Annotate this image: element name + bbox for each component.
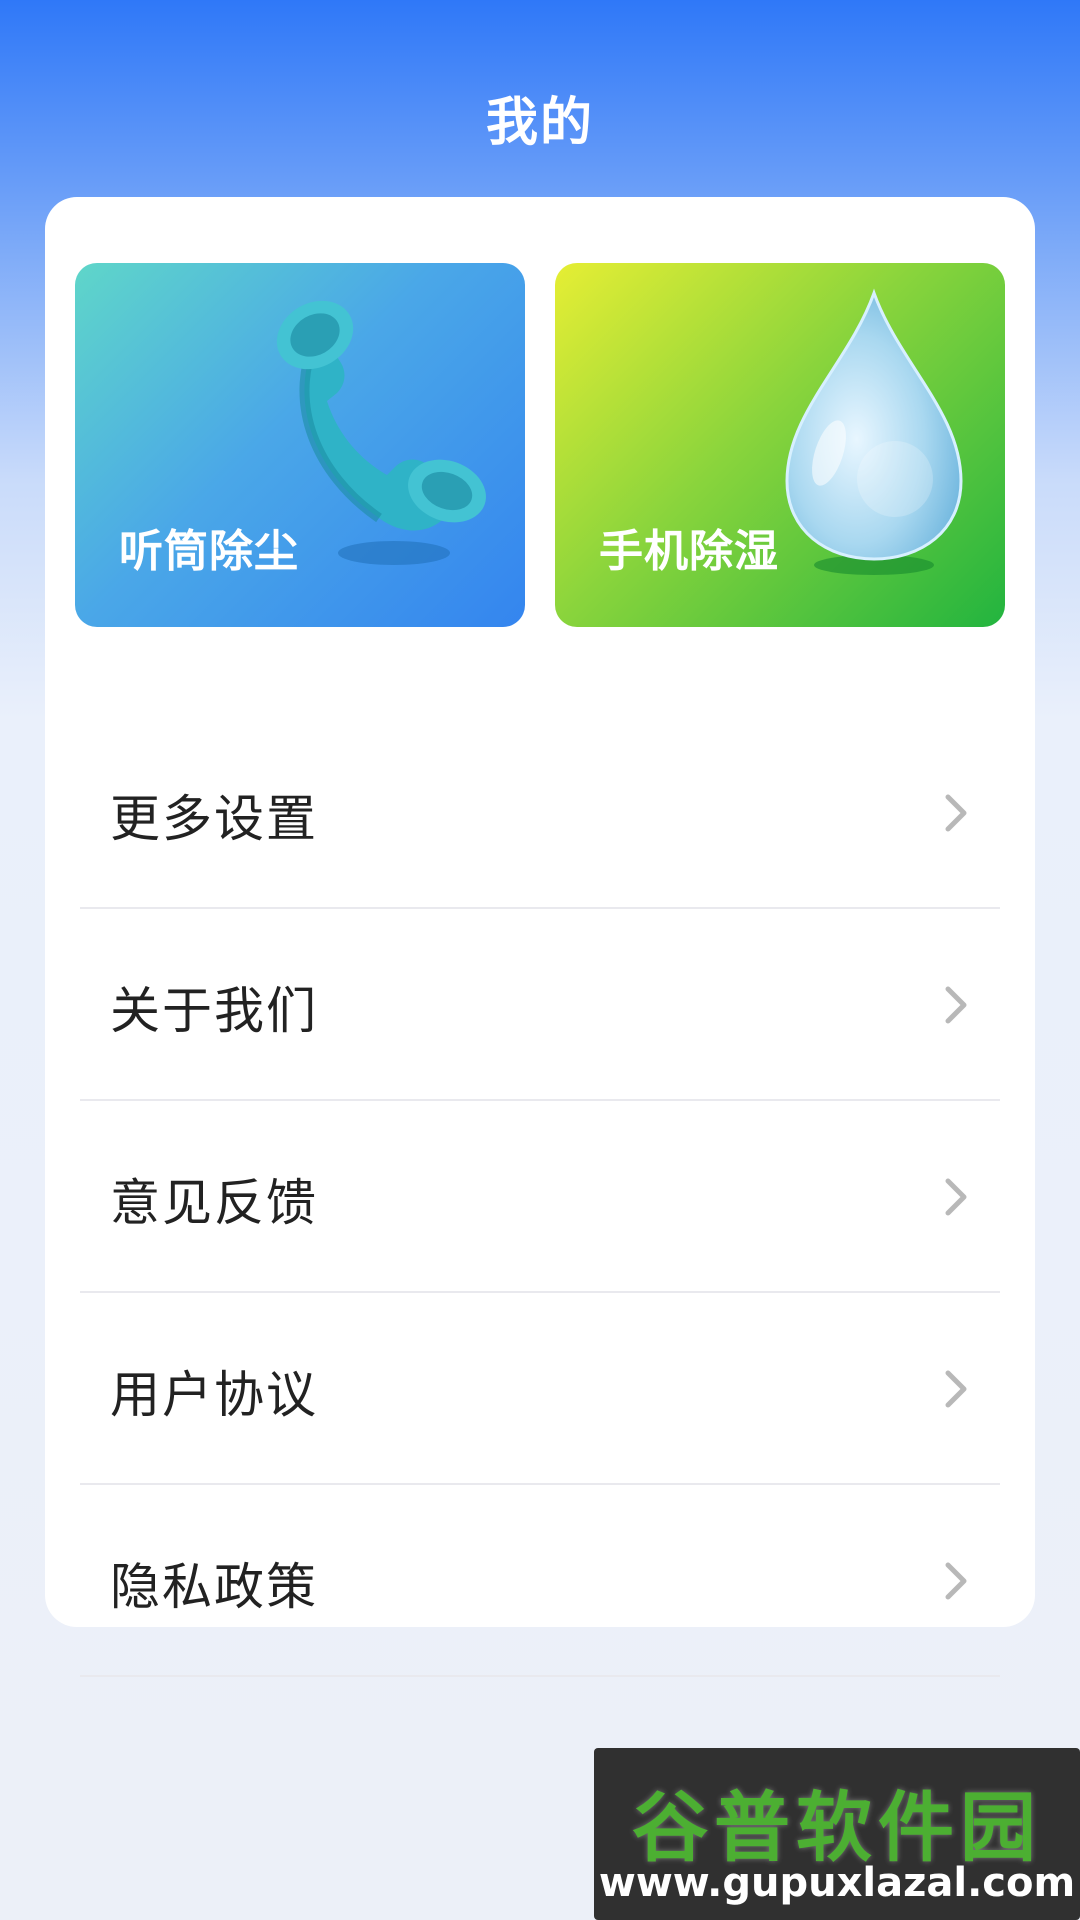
- chevron-right-icon: [945, 1178, 967, 1216]
- chevron-right-icon: [945, 1370, 967, 1408]
- earpiece-dust-removal-tile[interactable]: 听筒除尘: [75, 263, 525, 627]
- chevron-right-icon: [945, 1562, 967, 1600]
- menu-item-label: 意见反馈: [110, 1174, 318, 1232]
- chevron-right-icon: [945, 986, 967, 1024]
- menu-item-label: 隐私政策: [110, 1558, 318, 1616]
- tile-label: 听筒除尘: [119, 526, 299, 577]
- menu-item-label: 关于我们: [110, 982, 318, 1040]
- tile-label: 手机除湿: [599, 526, 779, 577]
- settings-menu: 更多设置 关于我们 意见反馈 用户协议 隐私政策: [80, 717, 1000, 1677]
- menu-item-more-settings[interactable]: 更多设置: [80, 717, 1000, 909]
- page-title: 我的: [485, 93, 594, 153]
- menu-item-label: 用户协议: [110, 1366, 318, 1424]
- menu-item-feedback[interactable]: 意见反馈: [80, 1101, 1000, 1293]
- chevron-right-icon: [945, 794, 967, 832]
- watermark-url: www.gupuxlazal.com: [598, 1860, 1076, 1906]
- menu-item-user-agreement[interactable]: 用户协议: [80, 1293, 1000, 1485]
- menu-item-about-us[interactable]: 关于我们: [80, 909, 1000, 1101]
- phone-dehumidify-tile[interactable]: 手机除湿: [555, 263, 1005, 627]
- menu-item-label: 更多设置: [110, 790, 318, 848]
- menu-card: 听筒除尘 手机除湿 更多设置 关于我们 意见反馈 用户协议 隐私政策: [45, 197, 1035, 1677]
- menu-item-privacy-policy[interactable]: 隐私政策: [80, 1485, 1000, 1677]
- site-watermark: 谷普软件园 www.gupuxlazal.com: [594, 1748, 1080, 1920]
